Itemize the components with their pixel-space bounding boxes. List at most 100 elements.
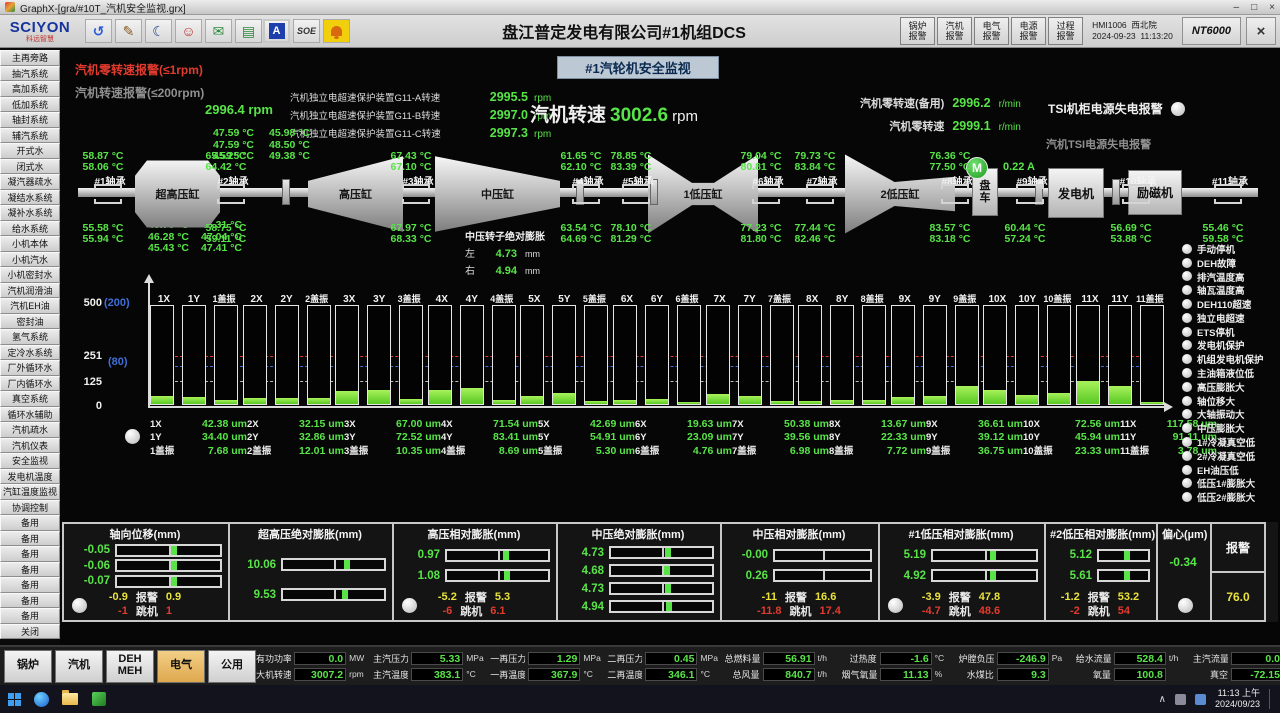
sidebar-item-汽机疏水[interactable]: 汽机疏水 — [0, 422, 60, 438]
gauge-bar — [445, 569, 550, 582]
sidebar-item-备用[interactable]: 备用 — [0, 577, 60, 593]
vibration-bar — [955, 305, 979, 405]
trip-alarm-item: 大轴振动大 — [1182, 408, 1264, 422]
mail-icon[interactable]: ✉ — [205, 19, 232, 43]
alarm-button-电气[interactable]: 电气报警 — [974, 17, 1009, 45]
sidebar-item-真空系统[interactable]: 真空系统 — [0, 391, 60, 407]
vibration-readout-group: 7X50.38 um7Y39.56 um7盖振6.98 um — [732, 418, 829, 456]
sidebar-item-凝结水系统[interactable]: 凝结水系统 — [0, 190, 60, 206]
tab-汽机[interactable]: 汽机 — [55, 650, 103, 683]
show-desktop-button[interactable] — [1269, 689, 1272, 709]
alarm-button-汽机[interactable]: 汽机报警 — [937, 17, 972, 45]
taskbar-clock[interactable]: 11:13 上午 2024/09/23 — [1215, 688, 1260, 711]
trip-alarm-item: 机组发电机保护 — [1182, 352, 1264, 366]
graphx-taskbar-icon[interactable] — [90, 691, 108, 707]
sidebar-item-厂内循环水[interactable]: 厂内循环水 — [0, 376, 60, 392]
sidebar-item-氢气系统[interactable]: 氢气系统 — [0, 329, 60, 345]
alarm-button-电源[interactable]: 电源报警 — [1011, 17, 1046, 45]
gauge-value: -0.00 — [726, 549, 768, 561]
sidebar-item-凝汽器疏水[interactable]: 凝汽器疏水 — [0, 174, 60, 190]
tray-icon[interactable] — [1175, 694, 1186, 705]
font-icon[interactable]: A — [263, 19, 290, 43]
sidebar-item-厂外循环水[interactable]: 厂外循环水 — [0, 360, 60, 376]
sidebar-item-协调控制[interactable]: 协调控制 — [0, 500, 60, 516]
vibration-group: 5X5Y5盖振 — [520, 285, 608, 405]
sidebar-item-轴封系统[interactable]: 轴封系统 — [0, 112, 60, 128]
sidebar-item-主再旁路[interactable]: 主再旁路 — [0, 50, 60, 66]
sidebar-item-循环水辅助[interactable]: 循环水辅助 — [0, 407, 60, 423]
toolbar-close-icon[interactable]: × — [1246, 17, 1276, 45]
vibration-group: 3X3Y3盖振 — [335, 285, 423, 405]
vibration-group: 2X2Y2盖振 — [243, 285, 331, 405]
sidebar-item-关闭[interactable]: 关闭 — [0, 624, 60, 640]
tab-电气[interactable]: 电气 — [157, 650, 205, 683]
sidebar-item-小机密封水[interactable]: 小机密封水 — [0, 267, 60, 283]
tools-icon[interactable]: ✎ — [115, 19, 142, 43]
trip-alarm-item: DEH故障 — [1182, 256, 1264, 270]
maximize-button[interactable]: □ — [1251, 2, 1257, 13]
eccentricity-panel: 偏心(µm)-0.34 — [1156, 522, 1212, 622]
sidebar-item-备用[interactable]: 备用 — [0, 546, 60, 562]
status-value: 0.45 — [645, 652, 697, 665]
vibration-readout-group: 6X19.63 um6Y23.09 um6盖振4.76 um — [635, 418, 732, 456]
toolbar: SCIYON 科远智慧 ↺✎☾☺✉▤ASOE 盘江普定发电有限公司#1机组DCS… — [0, 15, 1280, 48]
trip-limits-row: -11.8跳机17.4 — [726, 604, 872, 618]
sidebar-item-备用[interactable]: 备用 — [0, 593, 60, 609]
sidebar-item-闭式水[interactable]: 闭式水 — [0, 159, 60, 175]
alarm-bell-icon[interactable] — [323, 19, 350, 43]
sidebar-item-定冷水系统[interactable]: 定冷水系统 — [0, 345, 60, 361]
sidebar-item-备用[interactable]: 备用 — [0, 515, 60, 531]
trip-limits-row: -2跳机54 — [1050, 604, 1150, 618]
window-title: GraphX-[gra/#10T_汽机安全监视.grx] — [20, 0, 186, 15]
operator-icon[interactable]: ☺ — [175, 19, 202, 43]
sidebar-item-汽机EH油[interactable]: 汽机EH油 — [0, 298, 60, 314]
soe-icon[interactable]: SOE — [293, 19, 320, 43]
sidebar-item-备用[interactable]: 备用 — [0, 608, 60, 624]
sync-icon[interactable]: ↺ — [85, 19, 112, 43]
gauge-value: -0.06 — [68, 560, 110, 572]
sidebar-item-汽机润滑油[interactable]: 汽机润滑油 — [0, 283, 60, 299]
sidebar-item-密封油[interactable]: 密封油 — [0, 314, 60, 330]
y-tick-label: 0 — [72, 400, 102, 412]
sidebar-item-汽缸温度监视[interactable]: 汽缸温度监视 — [0, 484, 60, 500]
sidebar-item-辅汽系统[interactable]: 辅汽系统 — [0, 128, 60, 144]
tab-公用[interactable]: 公用 — [208, 650, 256, 683]
sidebar-item-给水系统[interactable]: 给水系统 — [0, 221, 60, 237]
sidebar-item-备用[interactable]: 备用 — [0, 562, 60, 578]
sidebar-item-汽机仪表[interactable]: 汽机仪表 — [0, 438, 60, 454]
expansion-panel: #2低压相对膨胀(mm)5.125.61-1.2报警53.2-2跳机54 — [1044, 522, 1158, 622]
alarm-button-过程[interactable]: 过程报警 — [1048, 17, 1083, 45]
sidebar-item-发电机温度[interactable]: 发电机温度 — [0, 469, 60, 485]
sidebar-item-安全监视[interactable]: 安全监视 — [0, 453, 60, 469]
sidebar-item-抽汽系统[interactable]: 抽汽系统 — [0, 66, 60, 82]
brand-subtitle: 科远智慧 — [26, 36, 54, 43]
sidebar-item-小机汽水[interactable]: 小机汽水 — [0, 252, 60, 268]
trend-icon[interactable]: ☾ — [145, 19, 172, 43]
vibration-bar — [706, 305, 730, 405]
alarm-button-锅炉[interactable]: 锅炉报警 — [900, 17, 935, 45]
sidebar-item-低加系统[interactable]: 低加系统 — [0, 97, 60, 113]
minimize-button[interactable]: – — [1234, 2, 1240, 13]
gauge-value: 9.53 — [234, 589, 276, 601]
left-sidebar: 主再旁路抽汽系统高加系统低加系统轴封系统辅汽系统开式水闭式水凝汽器疏水凝结水系统… — [0, 48, 60, 645]
tray-expand-icon[interactable]: ∧ — [1159, 694, 1166, 705]
browser-icon[interactable] — [32, 691, 50, 707]
close-button[interactable]: × — [1269, 2, 1275, 13]
vibration-bar — [584, 305, 608, 405]
sidebar-item-备用[interactable]: 备用 — [0, 531, 60, 547]
sidebar-item-凝补水系统[interactable]: 凝补水系统 — [0, 205, 60, 221]
network-icon[interactable] — [1195, 694, 1206, 705]
sidebar-item-高加系统[interactable]: 高加系统 — [0, 81, 60, 97]
folder-icon[interactable] — [61, 691, 79, 707]
tab-DEHMEH[interactable]: DEH MEH — [106, 650, 154, 683]
vibration-readout-group: 8X13.67 um8Y22.33 um8盖振7.72 um — [829, 418, 926, 456]
sidebar-item-开式水[interactable]: 开式水 — [0, 143, 60, 159]
panel-lamp — [402, 598, 417, 613]
trip-alarm-item: EH油压低 — [1182, 463, 1264, 477]
cards-icon[interactable]: ▤ — [235, 19, 262, 43]
tab-锅炉[interactable]: 锅炉 — [4, 650, 52, 683]
alarm-box-label: 报警 — [1212, 524, 1264, 573]
start-button[interactable] — [8, 693, 21, 706]
status-cell-氧量: 氧量100.8 — [1076, 668, 1193, 681]
sidebar-item-小机本体[interactable]: 小机本体 — [0, 236, 60, 252]
